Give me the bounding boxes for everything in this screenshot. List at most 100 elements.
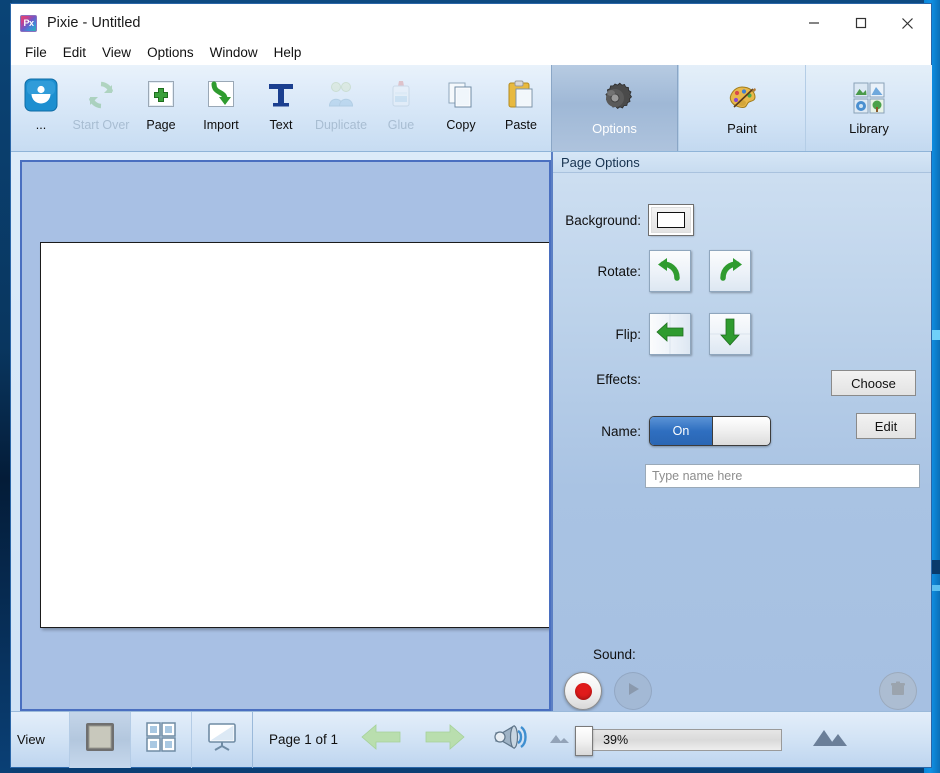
duplicate-icon [324,74,358,116]
menu-item-view[interactable]: View [94,42,139,64]
library-grid-icon [851,77,887,119]
tab-options[interactable]: Options [551,65,678,151]
name-toggle-knob [712,417,770,445]
rotate-row: Rotate: [553,250,751,292]
play-icon [625,681,641,702]
toolbar-label: Import [203,118,239,132]
menu-item-file[interactable]: File [21,42,55,64]
close-button[interactable] [884,4,931,42]
single-page-view-icon [83,720,117,759]
panel-body: Background: Rotate: Flip: Effects: Choos… [553,173,931,711]
flip-horizontal-button[interactable] [649,313,691,355]
app-icon-text: Px [23,18,34,28]
zoom-out-button[interactable] [546,729,572,750]
prev-page-button[interactable] [360,723,402,756]
large-mountain-icon [810,725,850,754]
background-label: Background: [565,212,641,228]
window-title: Pixie - Untitled [47,15,141,31]
rotate-right-icon [716,256,744,287]
rotate-left-button[interactable] [649,250,691,292]
menu-bar: File Edit View Options Window Help [11,42,931,64]
toolbar-label: ... [35,118,47,132]
rotate-right-button[interactable] [709,250,751,292]
view-mode-grid[interactable] [130,711,191,768]
presentation-view-icon [205,720,239,759]
window-body: Page Options Background: Rotate: Flip: E… [11,152,931,711]
toolbar-button-import[interactable]: Import [191,65,251,151]
zoom-slider[interactable]: 39% [575,725,783,756]
glue-bottle-icon [384,74,418,116]
toolbar-button-more[interactable]: ... [11,65,71,151]
record-icon [574,682,592,700]
maximize-button[interactable] [837,4,884,42]
gear-icon [597,77,633,119]
minimize-button[interactable] [790,4,837,42]
toolbar-label: Page [146,118,176,132]
grid-view-icon [144,720,178,759]
view-mode-single-page[interactable] [69,711,130,768]
background-color-swatch-button[interactable] [648,204,694,236]
toolbar-button-glue[interactable]: Glue [371,65,431,151]
toolbar-label: Duplicate [314,118,368,132]
palette-icon [724,77,760,119]
tab-label: Options [592,121,637,136]
zoom-control: 39% [546,725,850,756]
view-mode-presentation[interactable] [191,711,252,768]
refresh-icon [85,74,117,116]
rotate-left-icon [656,256,684,287]
tab-paint[interactable]: Paint [678,65,805,151]
sound-play-button[interactable] [614,672,652,710]
tab-label: Paint [727,121,757,136]
toolbar-button-paste[interactable]: Paste [491,65,551,151]
toolbar-button-start-over[interactable]: Start Over [71,65,131,151]
page-canvas[interactable] [40,242,549,628]
page-navigation-section: Page 1 of 1 [252,711,528,768]
sound-record-button[interactable] [564,672,602,710]
flip-label: Flip: [615,326,641,342]
toolbar-left-group: ... Start Over Page Import Text Duplicat… [11,65,551,151]
color-swatch-icon [657,212,685,228]
zoom-in-button[interactable] [810,725,850,754]
toolbar-button-duplicate[interactable]: Duplicate [311,65,371,151]
effects-choose-button[interactable]: Choose [831,370,916,396]
toolbar-label: Start Over [72,118,130,132]
copy-pages-icon [444,74,478,116]
canvas-area[interactable] [20,160,551,711]
sound-label: Sound: [593,647,636,662]
zoom-slider-knob[interactable] [575,725,594,756]
trash-icon [889,680,907,703]
name-label: Name: [601,423,641,439]
next-page-button[interactable] [424,723,466,756]
toolbar-button-copy[interactable]: Copy [431,65,491,151]
background-row: Background: [553,204,694,236]
panel-header: Page Options [553,152,931,173]
name-edit-button[interactable]: Edit [856,413,916,439]
arrow-right-icon [424,723,466,756]
page-plus-icon [144,74,178,116]
megaphone-icon [492,722,528,757]
toolbar-label: Text [269,118,293,132]
zoom-percent-label: 39% [603,732,629,747]
toolbar-button-page[interactable]: Page [131,65,191,151]
toolbar-button-text[interactable]: Text [251,65,311,151]
menu-item-options[interactable]: Options [139,42,202,64]
name-toggle[interactable]: On [649,416,771,446]
menu-item-edit[interactable]: Edit [55,42,94,64]
effects-row: Effects: [553,372,641,387]
menu-item-help[interactable]: Help [266,42,310,64]
speaker-button[interactable] [492,722,528,757]
import-arrow-icon [204,74,238,116]
main-toolbar: ... Start Over Page Import Text Duplicat… [11,64,932,152]
sound-delete-button[interactable] [879,672,917,710]
tab-library[interactable]: Library [805,65,932,151]
name-row: Name: On [553,416,771,446]
page-options-panel: Page Options Background: Rotate: Flip: E… [551,152,931,711]
page-indicator: Page 1 of 1 [269,732,339,747]
toolbar-label: Glue [387,118,415,132]
name-input[interactable]: Type name here [645,464,920,488]
more-smiley-icon [24,74,58,116]
arrow-left-icon [360,723,402,756]
view-label: View [17,732,45,747]
flip-vertical-button[interactable] [709,313,751,355]
menu-item-window[interactable]: Window [202,42,266,64]
